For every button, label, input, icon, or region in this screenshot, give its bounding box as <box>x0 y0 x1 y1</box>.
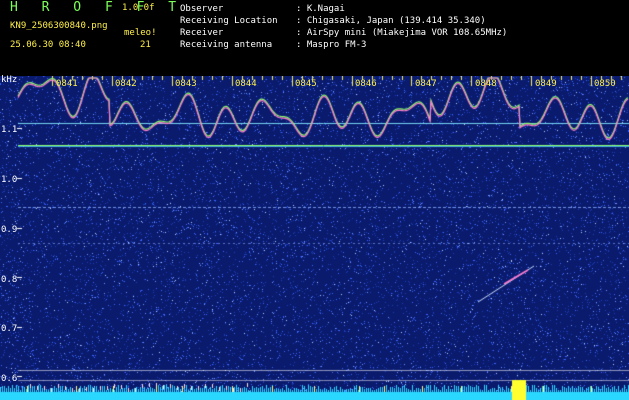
x-tick-label: 0848 <box>475 79 497 89</box>
header-panel: H R O F F T 1.0.0f KN9_2506300840.png me… <box>0 0 629 76</box>
version-label: 1.0.0f <box>122 3 155 13</box>
y-axis-unit: kHz <box>1 75 18 85</box>
receiver-value: : AirSpy mini (Miakejima VOR 108.65MHz) <box>296 28 508 38</box>
y-tick-label: 0.6 <box>1 374 18 384</box>
y-tick-label: 1.0 <box>1 175 18 185</box>
x-tick-label: 0843 <box>175 79 197 89</box>
x-tick-label: 0845 <box>295 79 317 89</box>
x-tick-label: 0846 <box>355 79 377 89</box>
receiver-key: Receiver <box>180 28 224 38</box>
y-tick-label: 0.8 <box>1 275 18 285</box>
x-tick-label: 0847 <box>415 79 437 89</box>
antenna-value: : Maspro FM-3 <box>296 40 367 50</box>
observer-value: : K.Nagai <box>296 4 345 14</box>
x-tick-label: 0850 <box>594 79 616 89</box>
source-label: meleo! <box>124 28 157 38</box>
app-title: H R O F F T <box>10 0 185 15</box>
y-tick-label: 1.1 <box>1 125 18 135</box>
x-tick-label: 0841 <box>56 79 78 89</box>
observer-key: Observer <box>180 4 224 14</box>
x-tick-label: 0842 <box>115 79 137 89</box>
location-key: Receiving Location <box>180 16 278 26</box>
x-tick-label: 0849 <box>535 79 557 89</box>
count-label: 21 <box>140 40 151 50</box>
x-tick-label: 0844 <box>235 79 257 89</box>
location-value: : Chigasaki, Japan (139.414 35.340) <box>296 16 486 26</box>
timestamp-label: 25.06.30 08:40 <box>10 40 86 50</box>
antenna-key: Receiving antenna <box>180 40 273 50</box>
y-tick-label: 0.7 <box>1 324 18 334</box>
spectrogram-canvas <box>0 76 629 400</box>
y-tick-label: 0.9 <box>1 225 18 235</box>
filename-label: KN9_2506300840.png <box>10 21 108 31</box>
